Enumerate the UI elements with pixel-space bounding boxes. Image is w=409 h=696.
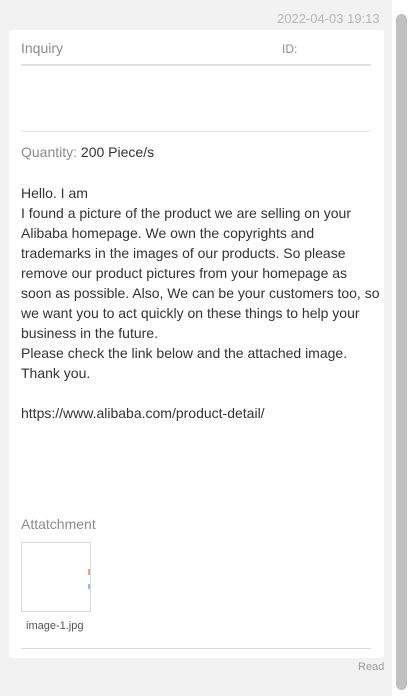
message-line: Please check the link below and the atta… — [21, 345, 348, 361]
attachment-filename[interactable]: image-1.jpg — [26, 620, 83, 633]
attachment-thumbnail[interactable] — [21, 542, 91, 612]
message-line: Alibaba homepage. We own the copyrights … — [21, 225, 315, 241]
inquiry-header: Inquiry ID: — [21, 40, 371, 66]
scrollbar-thumb[interactable] — [396, 14, 407, 690]
inquiry-id-label: ID: — [282, 42, 298, 56]
inquiry-title: Inquiry — [21, 40, 64, 56]
quantity-value: 200 Piece/s — [80, 144, 155, 160]
message-line: we want you to act quickly on these thin… — [21, 305, 360, 321]
message-line: I found a picture of the product we are … — [21, 205, 351, 221]
read-status: Read — [358, 661, 385, 673]
divider — [21, 131, 371, 132]
message-line: soon as possible. Also, We can be your c… — [21, 285, 380, 301]
divider — [21, 648, 371, 649]
message-body: Hello. I am I found a picture of the pro… — [21, 183, 380, 423]
message-line: trademarks in the images of our products… — [21, 245, 346, 261]
message-line: Thank you. — [21, 365, 91, 381]
message-line: Hello. I am — [21, 185, 88, 201]
message-timestamp: 2022-04-03 19:13 — [277, 11, 380, 26]
thumbnail-mark — [88, 584, 90, 589]
inquiry-card: Inquiry ID: Quantity: 200 Piece/s Hello.… — [9, 30, 384, 658]
message-line: remove our product pictures from your ho… — [21, 265, 348, 281]
message-link[interactable]: https://www.alibaba.com/product-detail/ — [21, 403, 376, 423]
attachment-label: Attatchment — [21, 516, 96, 532]
message-line: business in the future. — [21, 325, 158, 341]
quantity-label: Quantity: — [21, 144, 78, 160]
thumbnail-mark — [88, 569, 90, 575]
quantity-row: Quantity: 200 Piece/s — [21, 144, 154, 160]
